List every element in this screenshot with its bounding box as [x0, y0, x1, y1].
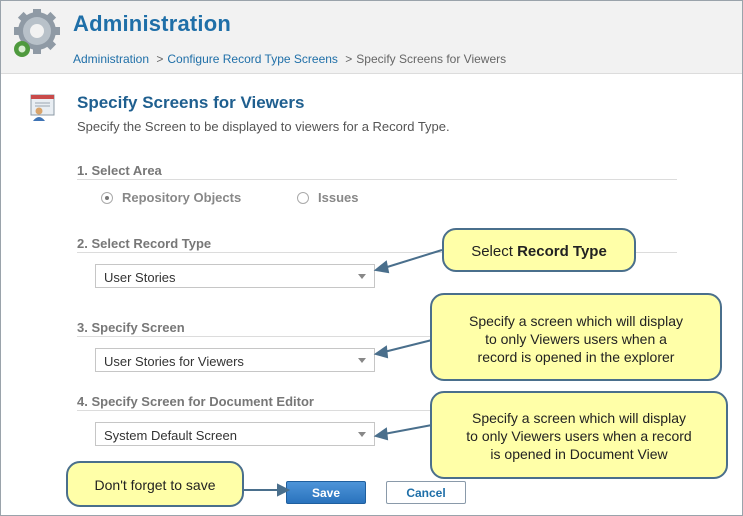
gear-icon: [9, 8, 61, 61]
callout-record-type: Select Record Type: [442, 228, 636, 272]
callout-line: to only Viewers users when a record: [466, 428, 692, 444]
select-value: User Stories: [104, 270, 176, 285]
breadcrumb-administration-link[interactable]: Administration: [73, 52, 149, 66]
breadcrumb-separator: >: [345, 52, 353, 66]
select-value: User Stories for Viewers: [104, 354, 244, 369]
save-button[interactable]: Save: [286, 481, 366, 504]
section-screen-label: 3. Specify Screen: [77, 320, 185, 335]
callout-line: record is opened in the explorer: [477, 349, 675, 365]
doc-editor-screen-select[interactable]: System Default Screen: [95, 422, 375, 446]
app-title: Administration: [73, 11, 232, 36]
breadcrumb-configure-link[interactable]: Configure Record Type Screens: [167, 52, 338, 66]
chevron-down-icon: [358, 358, 366, 363]
radio-label: Issues: [318, 190, 359, 205]
callout-text: Select: [471, 243, 513, 260]
section-doc-editor-label: 4. Specify Screen for Document Editor: [77, 394, 314, 409]
callout-save: Don't forget to save: [66, 461, 244, 507]
screen-select[interactable]: User Stories for Viewers: [95, 348, 375, 372]
select-value: System Default Screen: [104, 428, 237, 443]
section-record-type-label: 2. Select Record Type: [77, 236, 212, 251]
callout-line: Specify a screen which will display: [472, 410, 686, 426]
breadcrumb: Administration > Configure Record Type Sc…: [73, 52, 506, 66]
page-description: Specify the Screen to be displayed to vi…: [77, 119, 450, 134]
section-select-area-label: 1. Select Area: [77, 163, 162, 178]
section-divider: [77, 179, 677, 180]
radio-issues[interactable]: Issues: [297, 190, 358, 205]
radio-selected-indicator: [101, 191, 113, 204]
header-bar: Administration Administration > Configure…: [1, 1, 742, 74]
breadcrumb-separator: >: [156, 52, 164, 66]
callout-line: is opened in Document View: [490, 446, 668, 462]
radio-label: Repository Objects: [122, 190, 242, 205]
user-screen-icon: [30, 94, 56, 122]
callout-line: Specify a screen which will display: [469, 313, 683, 329]
page-title: Specify Screens for Viewers: [77, 93, 305, 112]
callout-screen: Specify a screen which will display to o…: [430, 293, 722, 381]
callout-bold-text: Record Type: [517, 243, 607, 260]
radio-repository-objects[interactable]: Repository Objects: [101, 190, 241, 205]
breadcrumb-current: Specify Screens for Viewers: [356, 52, 507, 66]
radio-unselected-indicator: [297, 191, 309, 204]
chevron-down-icon: [358, 274, 366, 279]
record-type-select[interactable]: User Stories: [95, 264, 375, 288]
callout-line: to only Viewers users when a: [485, 331, 667, 347]
callout-doc-editor: Specify a screen which will display to o…: [430, 391, 728, 479]
chevron-down-icon: [358, 432, 366, 437]
cancel-button[interactable]: Cancel: [386, 481, 466, 504]
